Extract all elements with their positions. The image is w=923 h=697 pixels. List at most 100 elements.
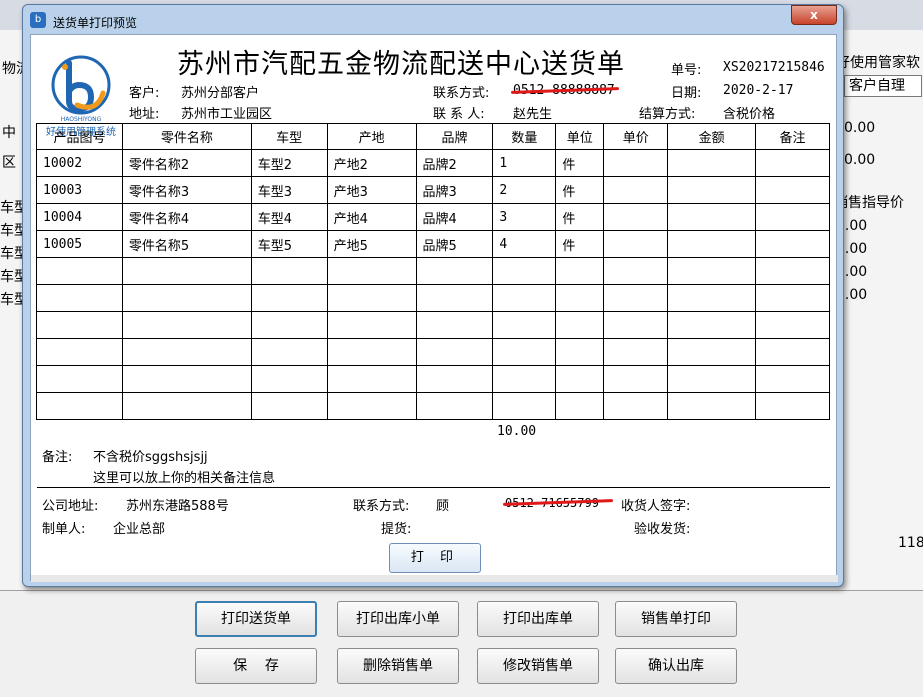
table-cell: 品牌4 (415, 203, 494, 231)
column-header: 备注 (755, 123, 830, 150)
table-cell (415, 284, 494, 312)
contact-person-label: 联 系 人: (433, 107, 485, 122)
table-row (36, 338, 830, 366)
bg-value: 0.00 (844, 120, 876, 136)
bg-price-header: 销售指导价 (834, 195, 904, 211)
inspect-label: 验收发货: (634, 522, 691, 537)
table-cell: 零件名称3 (121, 176, 252, 204)
table-cell: 4 (492, 230, 557, 258)
settlement-value: 含税价格 (723, 107, 776, 122)
table-cell (667, 230, 757, 258)
save-button[interactable]: 保 存 (195, 648, 317, 684)
table-cell: 10002 (36, 149, 123, 177)
table-cell (250, 311, 328, 339)
background-right-panel: 好使用管家软 客户自理 0.00 0.00 销售指导价 3.00 3.00 3.… (834, 30, 923, 590)
close-button[interactable]: x (791, 5, 837, 25)
table-cell (603, 338, 669, 366)
receiver-sign-label: 收货人签字: (621, 499, 691, 514)
table-cell (667, 338, 757, 366)
goods-table: 产品图号 零件名称 车型 产地 品牌 数量 单位 单价 金额 备注 10002 零… (36, 123, 830, 420)
table-cell (326, 365, 417, 393)
table-cell: 件 (555, 203, 605, 231)
table-cell (250, 392, 328, 420)
horizontal-scrollbar[interactable] (31, 575, 838, 582)
table-cell (121, 284, 252, 312)
print-delivery-note-button[interactable]: 打印送货单 (195, 601, 317, 637)
remark-line-2: 这里可以放上你的相关备注信息 (93, 471, 276, 486)
table-cell (603, 365, 669, 393)
table-cell (667, 365, 757, 393)
order-no-label: 单号: (671, 63, 702, 78)
print-button[interactable]: 打 印 (389, 543, 481, 573)
table-cell: 件 (555, 149, 605, 177)
column-header: 车型 (250, 123, 328, 150)
customer-select[interactable]: 客户自理 (844, 75, 922, 97)
table-cell (121, 257, 252, 285)
table-cell (492, 257, 557, 285)
customer-label: 客户: (129, 86, 160, 101)
table-cell (492, 311, 557, 339)
bg-app-header-text: 好使用管家软 (836, 55, 920, 71)
table-cell (755, 176, 830, 204)
table-cell: 3 (492, 203, 557, 231)
table-cell (250, 338, 328, 366)
table-cell (415, 338, 494, 366)
table-cell (415, 311, 494, 339)
bg-left-text: 区 (2, 155, 16, 171)
bg-value: 0.00 (844, 152, 876, 168)
table-row: 10004 零件名称4 车型4 产地4 品牌4 3 件 (36, 203, 830, 231)
print-sales-order-button[interactable]: 销售单打印 (615, 601, 737, 637)
table-row: 10005 零件名称5 车型5 产地5 品牌5 4 件 (36, 230, 830, 258)
table-cell (415, 365, 494, 393)
bg-left-text: 中 (2, 125, 16, 141)
table-cell (667, 176, 757, 204)
table-row (36, 392, 830, 420)
table-row (36, 257, 830, 285)
print-outbound-note-button[interactable]: 打印出库单 (477, 601, 599, 637)
table-cell: 品牌2 (415, 149, 494, 177)
delete-sales-order-button[interactable]: 删除销售单 (337, 648, 459, 684)
table-cell (555, 392, 605, 420)
table-cell: 10005 (36, 230, 123, 258)
column-header: 单价 (603, 123, 669, 150)
table-cell: 10003 (36, 176, 123, 204)
confirm-outbound-button[interactable]: 确认出库 (615, 648, 737, 684)
table-row (36, 284, 830, 312)
table-cell (250, 257, 328, 285)
table-cell: 车型3 (250, 176, 328, 204)
order-no-value: XS20217215846 (723, 60, 825, 75)
table-cell: 10004 (36, 203, 123, 231)
table-cell: 件 (555, 176, 605, 204)
table-cell (555, 338, 605, 366)
print-outbound-slip-button[interactable]: 打印出库小单 (337, 601, 459, 637)
table-cell (603, 203, 669, 231)
pickup-label: 提货: (381, 522, 412, 537)
table-cell: 2 (492, 176, 557, 204)
table-cell (603, 230, 669, 258)
date-label: 日期: (671, 86, 702, 101)
table-cell (492, 338, 557, 366)
table-cell: 1 (492, 149, 557, 177)
table-cell (36, 365, 123, 393)
remark-line-1: 不含税价sggshsjsjj (93, 450, 208, 465)
table-cell (755, 392, 830, 420)
contact-method-label: 联系方式: (433, 86, 490, 101)
table-cell (326, 257, 417, 285)
print-preview-dialog: b 送货单打印预览 x HAOSHIYONG 好使用管理系统 苏州市汽配五金物流… (22, 4, 844, 587)
edit-sales-order-button[interactable]: 修改销售单 (477, 648, 599, 684)
table-cell (603, 284, 669, 312)
logo-sub-text: HAOSHIYONG (61, 116, 102, 123)
table-cell: 车型4 (250, 203, 328, 231)
table-cell (667, 392, 757, 420)
date-value: 2020-2-17 (723, 83, 794, 98)
table-cell (121, 338, 252, 366)
column-header: 零件名称 (121, 123, 252, 150)
table-cell (326, 392, 417, 420)
table-cell (492, 392, 557, 420)
column-header: 品牌 (415, 123, 494, 150)
table-cell (755, 230, 830, 258)
table-cell (603, 257, 669, 285)
table-cell (326, 311, 417, 339)
table-cell (555, 284, 605, 312)
table-cell: 产地3 (326, 176, 417, 204)
